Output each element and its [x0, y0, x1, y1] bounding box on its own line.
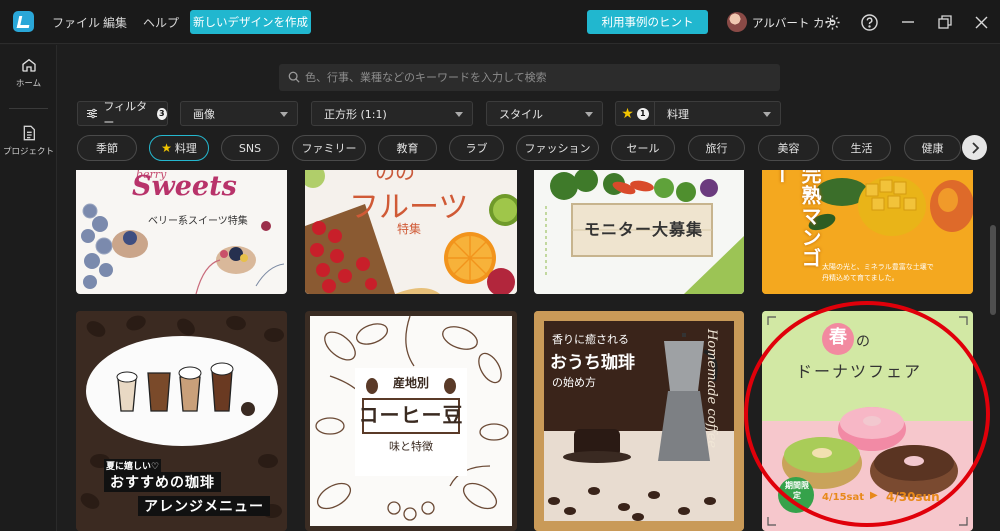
menu-edit[interactable]: 編集 — [103, 14, 127, 31]
size-select[interactable]: 正方形 (1:1) — [311, 101, 473, 126]
avatar[interactable] — [727, 12, 747, 32]
card-title: モニター大募集 — [584, 220, 704, 239]
card-line3: の始め方 — [552, 376, 596, 389]
template-card-coffee-arrange[interactable]: 夏に嬉しい♡ おすすめの珈琲 アレンジメニュー — [76, 311, 287, 531]
template-card-fruits[interactable]: のの フルーツ 特集 — [305, 170, 517, 294]
scrollbar[interactable] — [990, 170, 996, 531]
category-select[interactable]: 料理 — [655, 101, 781, 126]
type-select-value: 画像 — [193, 107, 215, 121]
card-subtitle: ベリー系スイーツ特集 — [148, 216, 248, 227]
menu-help[interactable]: ヘルプ — [143, 14, 179, 31]
style-select[interactable]: スタイル — [486, 101, 603, 126]
chevron-down-icon — [280, 112, 288, 117]
card-body-text: 太陽の光と、ミネラル豊富な土壌で 丹精込めて育てました。 — [822, 263, 934, 282]
chip-health[interactable]: 健康 — [904, 135, 961, 161]
document-icon — [23, 125, 35, 141]
size-select-value: 正方形 (1:1) — [324, 107, 387, 121]
create-design-button[interactable]: 新しいデザインを作成 — [190, 10, 311, 34]
sidebar-item-label: ホーム — [15, 79, 42, 89]
search-bar — [279, 64, 780, 91]
sidebar-item-label: プロジェクト — [2, 147, 54, 157]
chevron-down-icon — [763, 112, 771, 117]
sidebar-divider — [9, 108, 48, 109]
category-select-value: 料理 — [667, 107, 689, 121]
sidebar: ホーム プロジェクト — [0, 45, 57, 531]
type-select[interactable]: 画像 — [180, 101, 298, 126]
template-card-monitor[interactable]: モニター大募集 — [534, 170, 744, 294]
chip-family[interactable]: ファミリー — [292, 135, 366, 161]
help-icon[interactable] — [858, 11, 880, 33]
chip-beauty[interactable]: 美容 — [758, 135, 819, 161]
chip-love[interactable]: ラブ — [449, 135, 504, 161]
chevron-down-icon — [455, 112, 463, 117]
menu-file[interactable]: ファイル — [52, 14, 100, 31]
card-subtitle: 味と特徴 — [389, 440, 433, 453]
scrollbar-thumb[interactable] — [990, 225, 996, 315]
chevron-right-icon[interactable] — [962, 135, 987, 160]
chip-life[interactable]: 生活 — [832, 135, 891, 161]
sidebar-item-projects[interactable]: プロジェクト — [0, 125, 57, 157]
search-input[interactable] — [305, 64, 775, 91]
card-subtitle: アレンジメニュー — [138, 496, 270, 516]
chip-education[interactable]: 教育 — [378, 135, 437, 161]
filter-count-badge: 3 — [156, 107, 167, 120]
usage-hint-button[interactable]: 利用事例のヒント — [587, 10, 708, 34]
template-card-mango[interactable]: 完熟マンゴー 太陽の光と、ミネラル豊富な土壌で 丹精込めて育てました。 — [762, 170, 973, 294]
app-logo-icon — [13, 11, 34, 32]
home-icon — [21, 58, 36, 72]
chip-fashion[interactable]: ファッション — [516, 135, 599, 161]
chip-sns[interactable]: SNS — [221, 135, 279, 161]
card-vertical-text: Homemade coffee — [704, 329, 719, 449]
template-card-coffee-beans[interactable]: 産地別 コーヒー豆 味と特徴 — [305, 311, 517, 531]
chip-sale[interactable]: セール — [611, 135, 675, 161]
sidebar-item-home[interactable]: ホーム — [0, 57, 57, 89]
card-title: おうち珈琲 — [550, 353, 635, 373]
card-title: おすすめの珈琲 — [104, 472, 221, 492]
card-title: 完熟マンゴー — [769, 170, 822, 269]
close-icon[interactable] — [970, 11, 992, 33]
card-title: Sweets — [132, 171, 237, 202]
favorite-count-badge: 1 — [636, 107, 649, 120]
card-subtitle: 特集 — [397, 222, 422, 236]
chip-travel[interactable]: 旅行 — [688, 135, 745, 161]
chevron-down-icon — [585, 112, 593, 117]
gear-icon[interactable] — [821, 11, 843, 33]
card-line1: 香りに癒される — [552, 333, 629, 346]
filter-label: フィルター — [103, 99, 148, 129]
card-small-text: 夏に嬉しい♡ — [104, 459, 162, 472]
sliders-icon — [87, 108, 98, 119]
chip-cooking[interactable]: ★ 料理 — [149, 135, 209, 161]
chip-season[interactable]: 季節 — [77, 135, 137, 161]
minimize-icon[interactable] — [897, 11, 919, 33]
star-icon: ★ — [161, 141, 172, 155]
chip-label: 料理 — [174, 142, 197, 155]
template-card-sweets[interactable]: berry Sweets ベリー系スイーツ特集 — [76, 170, 287, 294]
title-bar: ファイル 編集 ヘルプ 新しいデザインを作成 利用事例のヒント アルバート カナ — [0, 0, 1000, 44]
style-select-value: スタイル — [499, 107, 543, 121]
card-top-text: 産地別 — [392, 376, 429, 390]
star-icon: ★ — [621, 105, 634, 122]
search-icon — [288, 71, 300, 83]
annotation-circle — [744, 301, 990, 527]
template-card-home-coffee[interactable]: 香りに癒される おうち珈琲 の始め方 Homemade coffee — [534, 311, 744, 531]
restore-icon[interactable] — [934, 11, 956, 33]
filter-button[interactable]: フィルター 3 — [77, 100, 168, 129]
favorite-filter[interactable]: ★ 1 — [615, 101, 655, 126]
card-title: コーヒー豆 — [358, 403, 464, 427]
